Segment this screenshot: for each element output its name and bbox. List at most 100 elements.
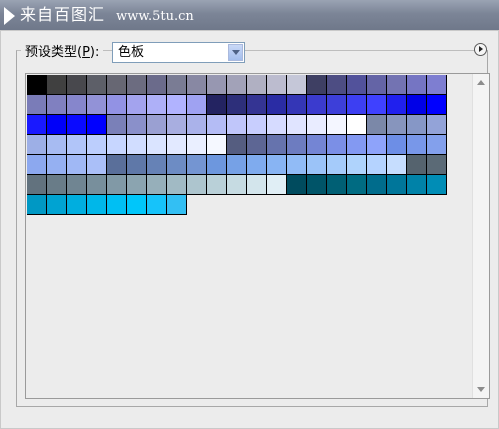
chevron-down-icon[interactable] — [228, 44, 243, 61]
color-swatch[interactable] — [27, 115, 47, 135]
color-swatch[interactable] — [387, 75, 407, 95]
color-swatch[interactable] — [147, 95, 167, 115]
color-swatch[interactable] — [107, 135, 127, 155]
color-swatch[interactable] — [107, 75, 127, 95]
color-swatch[interactable] — [227, 115, 247, 135]
preset-type-select[interactable]: 色板 — [112, 42, 245, 63]
color-swatch[interactable] — [407, 115, 427, 135]
color-swatch[interactable] — [47, 135, 67, 155]
color-swatch[interactable] — [347, 95, 367, 115]
color-swatch[interactable] — [187, 75, 207, 95]
color-swatch[interactable] — [387, 175, 407, 195]
scroll-up-arrow-icon[interactable] — [473, 74, 489, 91]
color-swatch[interactable] — [327, 95, 347, 115]
color-swatch[interactable] — [67, 115, 87, 135]
color-swatch[interactable] — [107, 175, 127, 195]
color-swatch[interactable] — [47, 75, 67, 95]
color-swatch[interactable] — [327, 175, 347, 195]
color-swatch[interactable] — [167, 95, 187, 115]
color-swatch[interactable] — [267, 155, 287, 175]
color-swatch[interactable] — [287, 75, 307, 95]
color-swatch[interactable] — [367, 135, 387, 155]
color-swatch[interactable] — [367, 115, 387, 135]
color-swatch[interactable] — [47, 175, 67, 195]
color-swatch[interactable] — [27, 155, 47, 175]
color-swatch[interactable] — [227, 155, 247, 175]
color-swatch[interactable] — [147, 175, 167, 195]
color-swatch[interactable] — [307, 175, 327, 195]
color-swatch[interactable] — [347, 115, 367, 135]
color-swatch[interactable] — [87, 175, 107, 195]
color-swatch[interactable] — [347, 75, 367, 95]
color-swatch[interactable] — [267, 75, 287, 95]
color-swatch[interactable] — [407, 135, 427, 155]
color-swatch[interactable] — [207, 115, 227, 135]
vertical-scrollbar[interactable] — [472, 74, 489, 398]
color-swatch[interactable] — [187, 115, 207, 135]
color-swatch[interactable] — [187, 175, 207, 195]
color-swatch[interactable] — [67, 175, 87, 195]
color-swatch[interactable] — [227, 175, 247, 195]
color-swatch[interactable] — [327, 115, 347, 135]
color-swatch[interactable] — [427, 135, 447, 155]
color-swatch[interactable] — [127, 115, 147, 135]
color-swatch[interactable] — [367, 175, 387, 195]
color-swatch[interactable] — [67, 195, 87, 215]
color-swatch[interactable] — [207, 75, 227, 95]
color-swatch[interactable] — [127, 195, 147, 215]
color-swatch[interactable] — [167, 155, 187, 175]
color-swatch[interactable] — [267, 115, 287, 135]
color-swatch[interactable] — [27, 95, 47, 115]
color-swatch[interactable] — [307, 135, 327, 155]
color-swatch[interactable] — [67, 75, 87, 95]
color-swatch[interactable] — [347, 135, 367, 155]
color-swatch[interactable] — [47, 155, 67, 175]
color-swatch[interactable] — [387, 135, 407, 155]
color-swatch[interactable] — [387, 115, 407, 135]
panel-menu-icon[interactable] — [474, 43, 487, 56]
color-swatch[interactable] — [347, 175, 367, 195]
color-swatch[interactable] — [187, 95, 207, 115]
color-swatch[interactable] — [327, 75, 347, 95]
color-swatch[interactable] — [427, 175, 447, 195]
color-swatch[interactable] — [267, 95, 287, 115]
color-swatch[interactable] — [127, 135, 147, 155]
color-swatch[interactable] — [127, 155, 147, 175]
color-swatch[interactable] — [107, 115, 127, 135]
color-swatch[interactable] — [87, 155, 107, 175]
color-swatch[interactable] — [227, 75, 247, 95]
color-swatch[interactable] — [107, 95, 127, 115]
color-swatch[interactable] — [27, 135, 47, 155]
color-swatch[interactable] — [287, 115, 307, 135]
color-swatch[interactable] — [47, 115, 67, 135]
color-swatch[interactable] — [287, 95, 307, 115]
color-swatch[interactable] — [227, 135, 247, 155]
color-swatch[interactable] — [47, 95, 67, 115]
color-swatch[interactable] — [307, 115, 327, 135]
color-swatch[interactable] — [287, 135, 307, 155]
color-swatch[interactable] — [147, 155, 167, 175]
color-swatch[interactable] — [147, 195, 167, 215]
scroll-down-arrow-icon[interactable] — [473, 381, 489, 398]
color-swatch[interactable] — [307, 75, 327, 95]
color-swatch[interactable] — [27, 195, 47, 215]
color-swatch[interactable] — [207, 135, 227, 155]
color-swatch[interactable] — [87, 135, 107, 155]
color-swatch[interactable] — [107, 195, 127, 215]
color-swatch[interactable] — [147, 75, 167, 95]
color-swatch[interactable] — [247, 115, 267, 135]
color-swatch[interactable] — [207, 155, 227, 175]
color-swatch[interactable] — [187, 135, 207, 155]
color-swatch[interactable] — [387, 95, 407, 115]
color-swatch[interactable] — [27, 175, 47, 195]
color-swatch[interactable] — [427, 95, 447, 115]
color-swatch[interactable] — [67, 95, 87, 115]
color-swatch[interactable] — [427, 115, 447, 135]
color-swatch[interactable] — [407, 155, 427, 175]
color-swatch[interactable] — [407, 75, 427, 95]
color-swatch[interactable] — [47, 195, 67, 215]
color-swatch[interactable] — [427, 75, 447, 95]
color-swatch[interactable] — [407, 95, 427, 115]
color-swatch[interactable] — [147, 135, 167, 155]
color-swatch[interactable] — [307, 95, 327, 115]
